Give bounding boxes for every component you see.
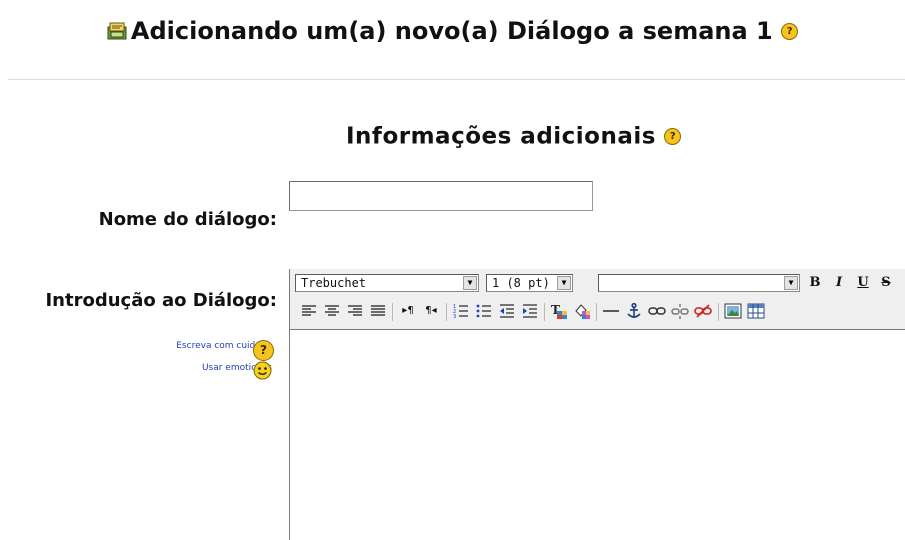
size-select-value: 1 (8 pt): [492, 276, 550, 290]
ltr-button[interactable]: ▸¶: [398, 301, 418, 321]
name-label: Nome do diálogo:: [98, 209, 277, 230]
intro-label: Introdução ao Diálogo:: [45, 290, 277, 311]
ordered-list-icon[interactable]: 123: [452, 302, 470, 320]
page-title: Adicionando um(a) novo(a) Diálogo a sema…: [0, 16, 905, 45]
toolbar-separator: [392, 303, 393, 321]
strikethrough-button[interactable]: S: [877, 273, 895, 293]
align-center-icon[interactable]: [323, 302, 341, 320]
svg-text:3: 3: [453, 314, 456, 320]
highlight-icon[interactable]: [573, 302, 591, 320]
size-select[interactable]: 1 (8 pt) ▼: [486, 274, 573, 292]
section-title-text: Informações adicionais: [346, 123, 656, 150]
anchor-icon[interactable]: [625, 302, 643, 320]
unordered-list-icon[interactable]: [475, 302, 493, 320]
text-color-icon[interactable]: T: [550, 302, 568, 320]
toolbar-separator: [596, 303, 597, 321]
insert-table-icon[interactable]: [747, 302, 765, 320]
justify-icon[interactable]: [369, 302, 387, 320]
dialogue-icon: [107, 22, 127, 40]
no-link-icon[interactable]: [694, 302, 712, 320]
rich-text-editor: Trebuchet ▼ 1 (8 pt) ▼ ▼ B I U S ▸¶ ¶◂ 1…: [289, 269, 905, 540]
toolbar-separator: [446, 303, 447, 321]
section-title: Informações adicionais ?: [346, 123, 682, 150]
help-icon[interactable]: ?: [664, 128, 682, 145]
help-icon[interactable]: ?: [781, 22, 799, 40]
editor-toolbar: Trebuchet ▼ 1 (8 pt) ▼ ▼ B I U S ▸¶ ¶◂ 1…: [290, 269, 905, 330]
rtl-button[interactable]: ¶◂: [421, 301, 441, 321]
name-input[interactable]: [289, 181, 593, 211]
chevron-down-icon: ▼: [463, 276, 477, 290]
editor-text-area[interactable]: [290, 330, 905, 540]
chevron-down-icon: ▼: [557, 276, 571, 290]
unlink-icon[interactable]: [671, 302, 689, 320]
divider: [8, 79, 905, 80]
insert-image-icon[interactable]: [724, 302, 742, 320]
font-select[interactable]: Trebuchet ▼: [295, 274, 479, 292]
align-left-icon[interactable]: [300, 302, 318, 320]
link-icon[interactable]: [648, 302, 666, 320]
toolbar-separator: [718, 303, 719, 321]
smiley-icon[interactable]: [253, 361, 272, 380]
underline-button[interactable]: U: [853, 273, 873, 293]
toolbar-separator: [544, 303, 545, 321]
align-right-icon[interactable]: [346, 302, 364, 320]
bold-button[interactable]: B: [805, 273, 825, 293]
outdent-icon[interactable]: [498, 302, 516, 320]
font-select-value: Trebuchet: [301, 276, 367, 290]
italic-button[interactable]: I: [829, 273, 849, 293]
horizontal-rule-icon[interactable]: [602, 302, 620, 320]
page-title-text: Adicionando um(a) novo(a) Diálogo a sema…: [130, 17, 773, 45]
chevron-down-icon: ▼: [784, 276, 798, 290]
style-select[interactable]: ▼: [598, 274, 800, 292]
indent-icon[interactable]: [521, 302, 539, 320]
help-icon[interactable]: ?: [253, 340, 274, 361]
